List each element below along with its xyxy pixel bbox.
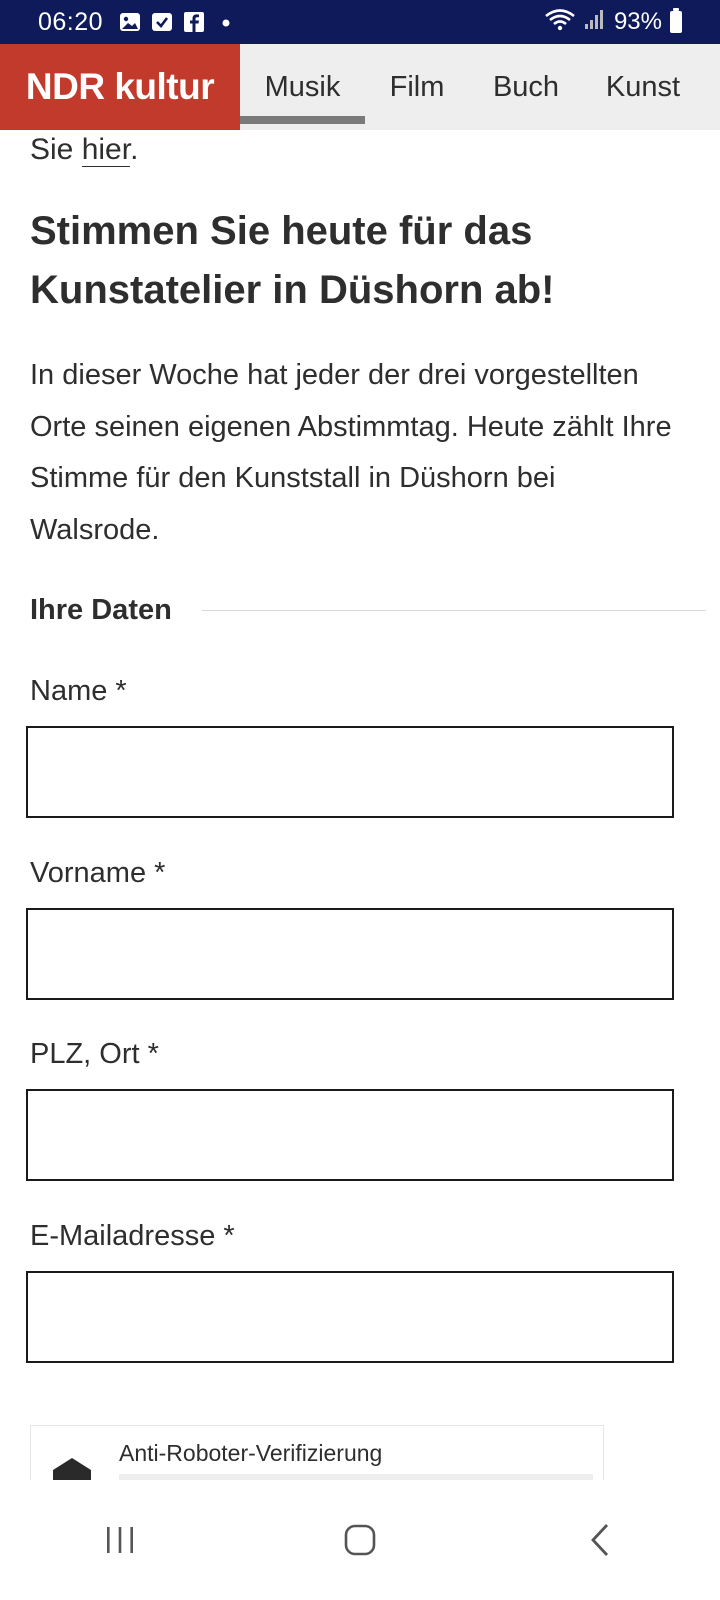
section-title: Ihre Daten (30, 593, 172, 626)
site-header: NDR kultur Musik Film Buch Kunst (0, 44, 720, 130)
intro-suffix: . (130, 133, 139, 166)
status-left: 06:20 (38, 8, 237, 37)
intro-prefix: Sie (30, 133, 82, 166)
recents-icon[interactable] (80, 1500, 160, 1580)
tab-buch[interactable]: Buch (469, 44, 583, 130)
captcha-widget[interactable]: Anti-Roboter-Verifizierung (30, 1425, 604, 1485)
section-divider (201, 609, 706, 611)
ndr-kultur-logo[interactable]: NDR kultur (0, 44, 240, 130)
gallery-icon (119, 11, 141, 33)
back-icon[interactable] (560, 1500, 640, 1580)
nav-tabs: Musik Film Buch Kunst (240, 44, 703, 130)
home-icon[interactable] (320, 1500, 400, 1580)
section-header: Ihre Daten (30, 590, 706, 630)
plz-ort-input[interactable] (26, 1089, 674, 1181)
field-plz-ort: PLZ, Ort * (26, 1035, 690, 1181)
vorname-input[interactable] (26, 908, 674, 1000)
hier-link[interactable]: hier (81, 133, 131, 167)
email-label: E-Mailadresse * (30, 1220, 235, 1252)
intro-line: Sie hier. (30, 130, 690, 170)
name-input[interactable] (26, 726, 674, 818)
captcha-label: Anti-Roboter-Verifizierung (119, 1440, 383, 1466)
facebook-icon (183, 11, 205, 33)
battery-text: 93% (613, 8, 662, 35)
system-nav-bar (0, 1480, 720, 1600)
field-email: E-Mailadresse * (26, 1217, 690, 1363)
status-bar: 06:20 93% (0, 0, 720, 44)
email-input[interactable] (26, 1271, 674, 1363)
status-time: 06:20 (38, 7, 104, 36)
battery-icon (670, 8, 682, 33)
dot-icon (215, 11, 237, 33)
name-label: Name * (30, 675, 127, 707)
article-headline: Stimmen Sie heute für das Kunstatelier i… (30, 209, 555, 312)
tab-musik[interactable]: Musik (240, 44, 365, 130)
plz-ort-label: PLZ, Ort * (30, 1038, 159, 1070)
tab-kunst[interactable]: Kunst (583, 44, 703, 130)
check-icon (151, 11, 173, 33)
article-body: In dieser Woche hat jeder der drei vorge… (30, 359, 672, 546)
tab-film[interactable]: Film (365, 44, 469, 130)
vorname-label: Vorname * (30, 857, 166, 889)
field-name: Name * (26, 672, 690, 818)
article-content: Sie hier. Stimmen Sie heute für das Kuns… (26, 130, 706, 1363)
field-vorname: Vorname * (26, 854, 690, 1000)
logo-text: NDR kultur (25, 66, 215, 107)
wifi-icon (544, 7, 576, 38)
status-right: 93% (544, 7, 682, 38)
signal-icon (584, 8, 606, 37)
